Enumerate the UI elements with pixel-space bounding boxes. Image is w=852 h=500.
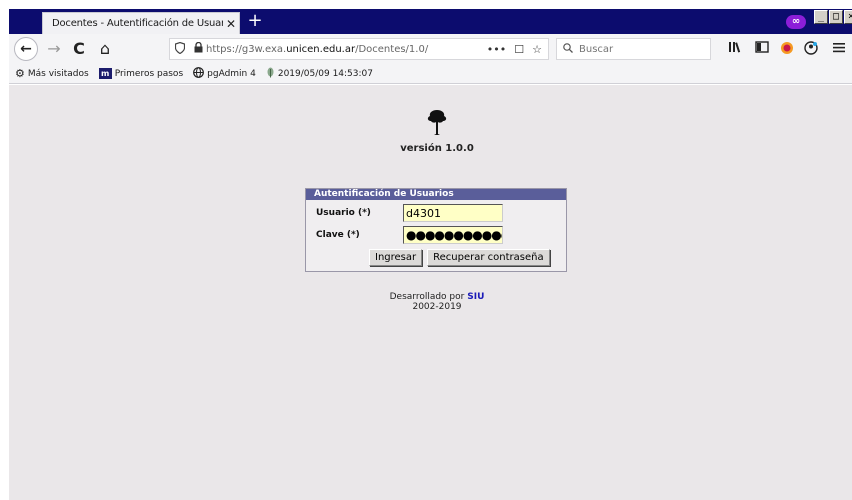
login-panel: Autentificación de Usuarios Usuario (*) … bbox=[305, 188, 567, 272]
url-bar[interactable]: https://g3w.exa.unicen.edu.ar/Docentes/1… bbox=[169, 38, 549, 60]
gear-icon: ⚙ bbox=[15, 67, 25, 80]
addon-icon[interactable] bbox=[779, 41, 795, 57]
home-button[interactable]: ⌂ bbox=[93, 37, 117, 61]
back-button[interactable]: ← bbox=[14, 37, 38, 61]
shield-icon[interactable] bbox=[170, 41, 190, 57]
url-prefix: https://g3w.exa. bbox=[206, 43, 287, 55]
pocket-icon[interactable]: ☐ bbox=[514, 43, 524, 56]
footer: Desarrollado por SIU 2002-2019 bbox=[359, 292, 515, 312]
recuperar-contrasena-button[interactable]: Recuperar contraseña bbox=[427, 249, 550, 266]
password-row: Clave (*) bbox=[316, 226, 503, 244]
sidebar-icon[interactable] bbox=[754, 41, 770, 57]
user-row: Usuario (*) bbox=[316, 204, 503, 222]
m-icon: m bbox=[98, 68, 112, 79]
bookmark-label: 2019/05/09 14:53:07 bbox=[277, 68, 373, 79]
search-icon bbox=[563, 42, 579, 56]
close-icon[interactable]: ✕ bbox=[223, 17, 239, 31]
url-domain: unicen.edu.ar bbox=[286, 43, 356, 55]
bookmark-pgadmin[interactable]: pgAdmin 4 bbox=[193, 66, 256, 81]
search-bar[interactable] bbox=[556, 38, 711, 60]
lock-icon[interactable] bbox=[190, 41, 206, 56]
account-icon[interactable] bbox=[803, 41, 819, 57]
navigation-toolbar: ← → C ⌂ https://g3w.exa.unicen.edu.ar/Do… bbox=[9, 34, 852, 64]
bookmark-label: Más visitados bbox=[27, 68, 89, 79]
minimize-button[interactable]: _ bbox=[814, 10, 828, 24]
globe-icon bbox=[193, 66, 205, 81]
user-label: Usuario (*) bbox=[316, 208, 371, 218]
maximize-button[interactable]: □ bbox=[829, 10, 843, 24]
new-tab-button[interactable]: + bbox=[246, 12, 264, 30]
leaf-icon bbox=[266, 67, 275, 81]
bookmark-mas-visitados[interactable]: ⚙ Más visitados bbox=[15, 67, 89, 80]
page-actions-icon[interactable]: ••• bbox=[487, 43, 506, 56]
footer-credit: Desarrollado por SIU bbox=[359, 292, 515, 302]
footer-developed-by: Desarrollado por bbox=[389, 292, 465, 302]
browser-window: Docentes - Autentificación de Usuarios ✕… bbox=[9, 9, 852, 500]
library-icon[interactable] bbox=[727, 41, 743, 57]
menu-icon[interactable] bbox=[831, 41, 847, 57]
tab-title: Docentes - Autentificación de Usuarios bbox=[52, 18, 223, 29]
siu-link[interactable]: SIU bbox=[467, 292, 484, 302]
url-actions: ••• ☐ ☆ bbox=[487, 43, 548, 56]
page-content: versión 1.0.0 Autentificación de Usuario… bbox=[9, 85, 852, 500]
login-buttons: Ingresar Recuperar contraseña bbox=[369, 249, 550, 266]
user-input[interactable] bbox=[403, 204, 503, 222]
siu-tree-logo bbox=[423, 107, 451, 137]
tab-bar: Docentes - Autentificación de Usuarios ✕… bbox=[9, 9, 852, 34]
bookmark-timestamp[interactable]: 2019/05/09 14:53:07 bbox=[266, 67, 373, 81]
url-text[interactable]: https://g3w.exa.unicen.edu.ar/Docentes/1… bbox=[206, 44, 487, 55]
bookmarks-bar: ⚙ Más visitados m Primeros pasos pgAdmin… bbox=[9, 64, 852, 84]
bookmark-label: Primeros pasos bbox=[114, 68, 184, 79]
tab-docentes[interactable]: Docentes - Autentificación de Usuarios ✕ bbox=[42, 12, 240, 34]
bookmark-star-icon[interactable]: ☆ bbox=[532, 43, 542, 56]
window-controls: _ □ × bbox=[813, 10, 852, 28]
password-input[interactable] bbox=[403, 226, 503, 244]
footer-years: 2002-2019 bbox=[412, 302, 462, 312]
login-panel-title: Autentificación de Usuarios bbox=[306, 189, 566, 200]
forward-button[interactable]: → bbox=[42, 37, 66, 61]
close-window-button[interactable]: × bbox=[844, 10, 852, 24]
search-input[interactable] bbox=[579, 43, 699, 55]
password-label: Clave (*) bbox=[316, 230, 360, 240]
ingresar-button[interactable]: Ingresar bbox=[369, 249, 423, 266]
url-path: /Docentes/1.0/ bbox=[355, 43, 429, 55]
bookmark-label: pgAdmin 4 bbox=[207, 68, 256, 79]
reload-button[interactable]: C bbox=[67, 37, 91, 61]
version-label: versión 1.0.0 bbox=[400, 143, 474, 154]
bookmark-primeros-pasos[interactable]: m Primeros pasos bbox=[98, 68, 184, 79]
private-browsing-icon: ∞ bbox=[786, 15, 806, 29]
